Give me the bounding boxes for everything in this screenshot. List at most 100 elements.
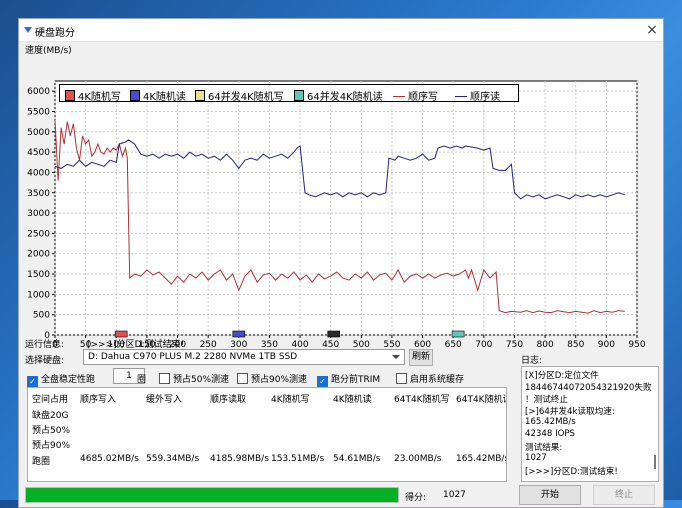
x-tick-label: 950: [628, 340, 645, 350]
table-header: 空间占用: [32, 395, 69, 405]
legend-item-4k-read: 4K随机读: [130, 88, 186, 103]
y-tick-label: 2000: [27, 250, 50, 260]
log-line: [>>>]分区D:测试结束!: [525, 467, 618, 477]
benchmark-window: 硬盘跑分 × 速度(MB/s) 0 500 1000 1500 2000 2500 3000…: [18, 18, 664, 508]
full-disk-label: 全盘稳定性跑: [41, 375, 96, 385]
app-icon: [24, 27, 32, 33]
table-header: 顺序读取: [210, 395, 247, 405]
test-marker: [451, 330, 465, 338]
checkbox-icon: [237, 373, 248, 384]
row-label: 缺盘20G: [32, 411, 69, 421]
y-tick-label: 4000: [27, 168, 50, 178]
run-info-label: 运行信息:: [25, 340, 65, 350]
y-tick-label: 5000: [27, 128, 50, 138]
checkbox-checked-icon: ✓: [317, 376, 328, 387]
y-tick-label: 6000: [27, 87, 50, 97]
log-line: [X]分区D:定位文件: [525, 371, 599, 381]
stop-button[interactable]: 终止: [593, 485, 655, 505]
start-button[interactable]: 开始: [519, 485, 581, 505]
progress-bar: [25, 487, 399, 503]
checkbox-checked-icon: ✓: [27, 376, 38, 387]
table-header: 缓外写入: [146, 395, 183, 405]
legend-item-seq-write: 顺序写: [393, 88, 438, 103]
window-title: 硬盘跑分: [35, 28, 75, 39]
log-scrollbar[interactable]: [654, 455, 656, 469]
y-tick-label: 3500: [27, 189, 50, 199]
close-button[interactable]: ×: [644, 22, 660, 38]
results-table: 空间占用 顺序写入 缓外写入 顺序读取 4K随机写 4K随机读 64T4K随机写…: [27, 387, 507, 482]
legend-item-4k-write: 4K随机写: [65, 88, 121, 103]
table-cell: 153.51MB/s: [271, 454, 325, 464]
disk-select-value: D: Dahua C970 PLUS M.2 2280 NVMe 1TB SSD: [88, 352, 298, 362]
pre50-checkbox[interactable]: 预占50%测速: [159, 372, 229, 385]
table-cell: 54.61MB/s: [333, 454, 381, 464]
table-cell: 23.00MB/s: [394, 454, 442, 464]
log-label: 日志:: [521, 356, 543, 366]
y-tick-label: 3000: [27, 209, 50, 219]
y-tick-label: 5500: [27, 107, 50, 117]
legend-item-64t-read: 64并发4K随机读: [294, 88, 383, 103]
x-tick-label: 700: [475, 340, 492, 350]
y-tick-label: 1500: [27, 270, 50, 280]
test-marker: [232, 330, 246, 338]
table-cell: 165.42MB/s: [456, 454, 507, 464]
legend-label: 顺序读: [470, 92, 500, 103]
log-line: 165.42MB/s: [525, 417, 576, 427]
table-cell: 559.34MB/s: [146, 454, 200, 464]
rounds-unit: 圈: [137, 375, 147, 385]
legend-swatch: [130, 90, 140, 101]
test-marker: [327, 330, 341, 338]
legend-label: 4K随机读: [143, 92, 186, 103]
disk-select[interactable]: D: Dahua C970 PLUS M.2 2280 NVMe 1TB SSD: [83, 349, 405, 365]
legend-line: [393, 96, 405, 97]
speed-chart: 0 500 1000 1500 2000 2500 3000 3500 4000 4500 5000…: [23, 57, 653, 362]
x-tick-label: 900: [598, 340, 615, 350]
legend-swatch: [195, 90, 205, 101]
row-label: 预占90%: [32, 441, 71, 451]
y-tick-label: 4500: [27, 148, 50, 158]
cache-label: 启用系统缓存: [410, 375, 465, 385]
trim-label: 跑分前TRIM: [331, 375, 381, 385]
full-disk-checkbox[interactable]: ✓ 全盘稳定性跑: [27, 372, 95, 387]
table-header: 4K随机读: [333, 395, 372, 405]
chart-legend: 4K随机写 4K随机读 64并发4K随机写 64并发4K随机读 顺序写 顺序读: [59, 84, 519, 103]
table-header: 64T4K随机写: [394, 395, 450, 405]
legend-item-seq-read: 顺序读: [455, 88, 500, 103]
y-tick-label: 1000: [27, 290, 50, 300]
legend-line: [455, 96, 467, 97]
log-line: 1027: [525, 453, 547, 463]
disk-select-label: 选择硬盘:: [25, 356, 65, 366]
legend-label: 64并发4K随机写: [208, 92, 284, 103]
table-header: 64T4K随机读: [456, 395, 507, 405]
row-label: 预占50%: [32, 426, 71, 436]
plot-area: [54, 80, 638, 336]
table-header: 4K随机写: [271, 395, 310, 405]
checkbox-icon: [396, 373, 407, 384]
checkbox-icon: [159, 373, 170, 384]
y-tick-label: 500: [33, 311, 50, 321]
pre90-checkbox[interactable]: 预占90%测速: [237, 372, 307, 385]
legend-swatch: [65, 90, 75, 101]
x-tick-label: 800: [537, 340, 554, 350]
score-value: 1027: [443, 490, 466, 500]
x-axis-label: 位置(GB): [607, 350, 645, 351]
x-tick-label: 850: [567, 340, 584, 350]
table-cell: 4185.98MB/s: [210, 454, 269, 464]
title-bar: 硬盘跑分 ×: [19, 19, 663, 42]
row-label: 跑圈: [32, 457, 51, 467]
log-line: 测试结果:: [525, 443, 563, 453]
log-box[interactable]: [X]分区D:定位文件 18446744072054321920失败 ！测试终止…: [521, 366, 659, 482]
chevron-down-icon: [392, 355, 400, 359]
legend-item-64t-write: 64并发4K随机写: [195, 88, 284, 103]
table-header: 顺序写入: [80, 395, 117, 405]
legend-label: 4K随机写: [78, 92, 121, 103]
trim-checkbox[interactable]: ✓ 跑分前TRIM: [317, 372, 380, 387]
refresh-button[interactable]: 刷新: [409, 349, 433, 366]
pre90-label: 预占90%测速: [251, 375, 308, 385]
cache-checkbox[interactable]: 启用系统缓存: [396, 372, 464, 385]
legend-label: 顺序写: [408, 92, 438, 103]
x-tick-label: 650: [445, 340, 462, 350]
y-axis-label: 速度(MB/s): [25, 46, 72, 56]
log-line: 18446744072054321920失败: [525, 383, 652, 393]
score-label: 得分:: [405, 493, 427, 503]
